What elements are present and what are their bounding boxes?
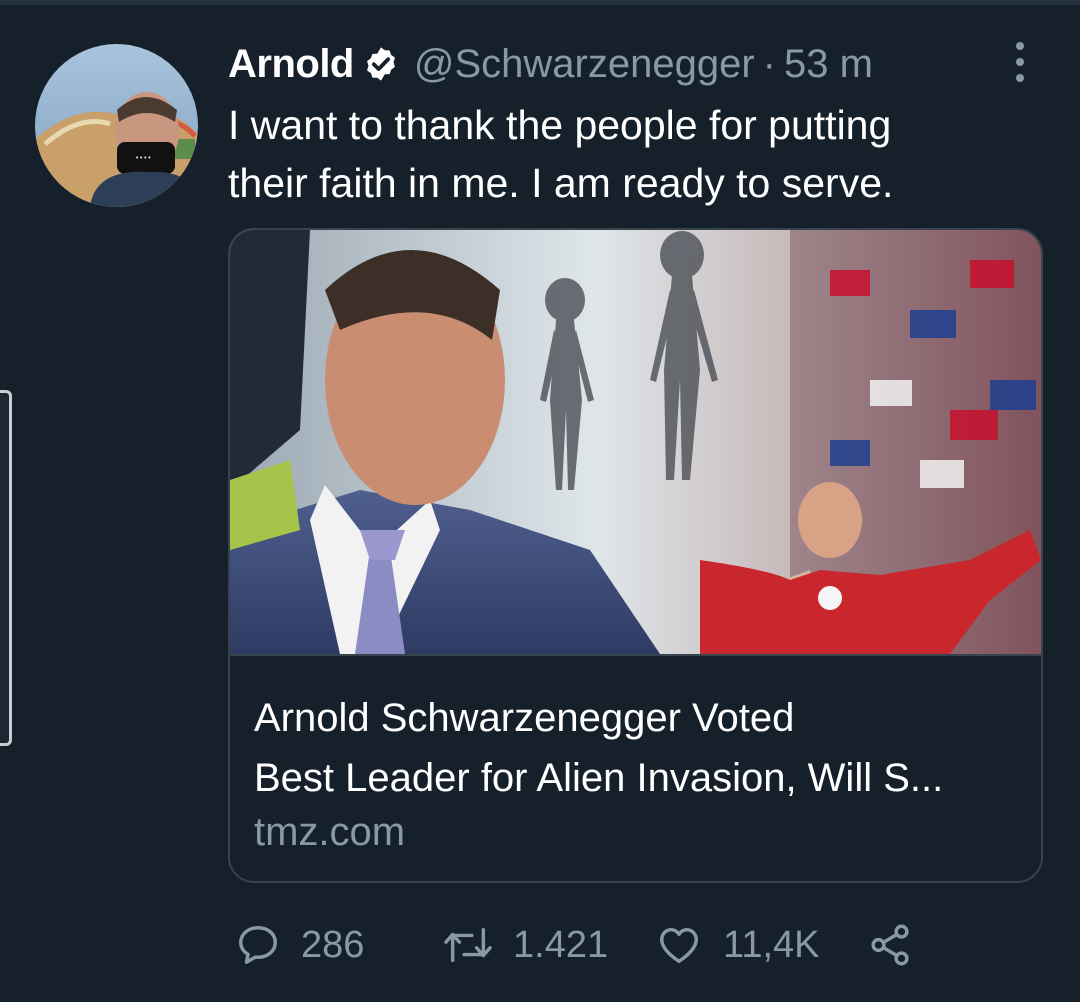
- share-icon: [871, 924, 909, 966]
- top-divider: [0, 0, 1080, 5]
- tweet-actions: 286 1.421 11,4K: [235, 915, 935, 975]
- link-preview-card[interactable]: Arnold Schwarzenegger Voted Best Leader …: [228, 228, 1043, 883]
- tweet-text-line: I want to thank the people for putting: [228, 102, 892, 148]
- like-count: 11,4K: [723, 923, 820, 966]
- author-handle[interactable]: @Schwarzenegger: [414, 42, 755, 87]
- retweet-button[interactable]: 1.421: [443, 915, 608, 975]
- card-title: Arnold Schwarzenegger Voted Best Leader …: [254, 688, 1014, 808]
- retweet-count: 1.421: [513, 923, 609, 966]
- more-vertical-icon[interactable]: [1006, 42, 1034, 82]
- separator-dot: ·: [762, 41, 776, 86]
- card-image: [230, 230, 1041, 654]
- tweet-text: I want to thank the people for putting t…: [228, 96, 1028, 212]
- card-divider: [230, 654, 1041, 656]
- card-title-line: Arnold Schwarzenegger Voted: [254, 696, 795, 740]
- avatar[interactable]: ••••: [35, 44, 198, 207]
- card-title-line: Best Leader for Alien Invasion, Will S..…: [254, 756, 944, 800]
- author-display-name[interactable]: Arnold: [228, 42, 354, 87]
- svg-text:••••: ••••: [135, 154, 152, 162]
- tweet-timestamp[interactable]: 53 m: [784, 42, 873, 87]
- tweet-text-line: their faith in me. I am ready to serve.: [228, 160, 894, 206]
- verified-badge-icon: [366, 47, 395, 81]
- retweet-icon: [444, 927, 492, 963]
- like-button[interactable]: 11,4K: [655, 915, 819, 975]
- card-domain: tmz.com: [254, 810, 406, 854]
- reply-icon: [239, 926, 277, 964]
- like-icon: [660, 927, 698, 964]
- share-button[interactable]: [867, 915, 913, 975]
- scroll-indicator[interactable]: [0, 390, 12, 746]
- tweet-header: Arnold @Schwarzenegger · 53 m: [228, 38, 873, 90]
- reply-button[interactable]: 286: [235, 915, 364, 975]
- reply-count: 286: [301, 923, 365, 966]
